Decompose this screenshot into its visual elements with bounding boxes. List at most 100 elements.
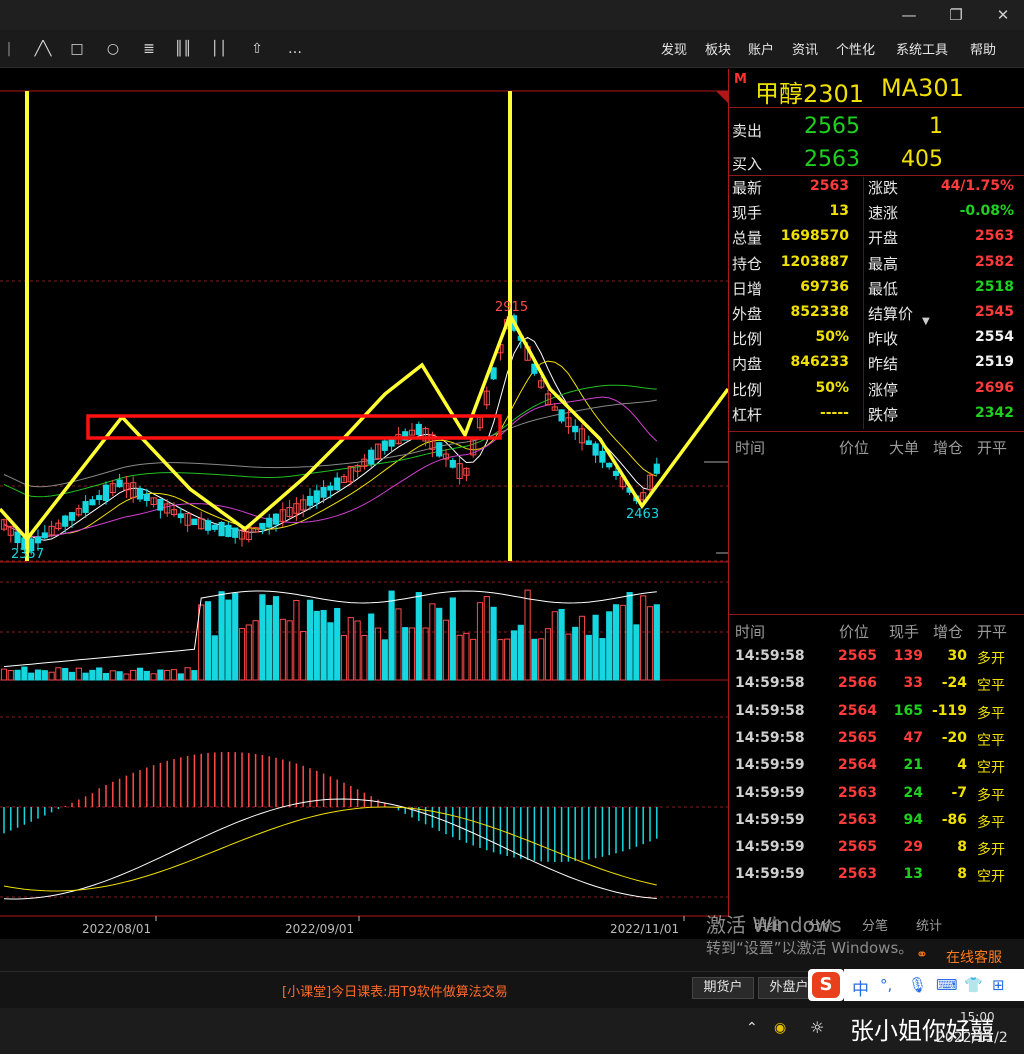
menu-item-6[interactable]: 帮助 xyxy=(970,39,996,58)
volume-bar xyxy=(524,589,531,681)
arrow-up-icon[interactable]: ⇧ xyxy=(244,38,270,60)
tick-time: 14:59:59 xyxy=(735,784,805,801)
volume-bar xyxy=(21,666,28,681)
quote-value: 1698570 xyxy=(780,228,849,245)
tray-time[interactable]: 15:00 xyxy=(960,1010,995,1024)
volume-bar xyxy=(28,672,35,681)
neckline-box xyxy=(86,414,502,440)
ask-price: 2565 xyxy=(804,114,860,139)
menu-item-4[interactable]: 个性化 xyxy=(836,39,875,58)
volume-bar xyxy=(361,634,368,681)
close-button[interactable]: ✕ xyxy=(989,3,1017,27)
trend-line-icon[interactable]: ╱╲ xyxy=(30,38,56,60)
tab-3[interactable]: 统计 xyxy=(916,915,942,934)
ime-keyboard-icon[interactable]: ⌨ xyxy=(936,976,958,994)
menu-item-0[interactable]: 发现 xyxy=(661,39,687,58)
dropdown-icon[interactable]: ▼ xyxy=(922,316,930,327)
volume-bar xyxy=(578,615,586,681)
quote-row: 最新 2563 涨跌 44/1.75% xyxy=(729,177,1024,202)
quote-row: 比例 50% 昨收 2554 xyxy=(729,328,1024,353)
volume-bar xyxy=(640,595,647,681)
candle-body xyxy=(204,520,212,531)
tick-open-close: 空平 xyxy=(977,678,1005,695)
volume-bar xyxy=(599,638,606,681)
tick-price: 2565 xyxy=(838,729,877,746)
circle-icon[interactable]: ○ xyxy=(100,38,126,60)
volume-bar xyxy=(497,639,504,681)
quote-value: ----- xyxy=(819,404,849,421)
text-icon[interactable]: ≣ xyxy=(136,38,162,60)
quote-value: 2563 xyxy=(975,228,1014,245)
candle-body xyxy=(143,493,150,502)
news-ticker[interactable]: [小课堂]今日课表:用T9软件做算法交易 xyxy=(282,981,508,1000)
ime-lang-toggle[interactable]: 中 xyxy=(852,975,869,1000)
tick-qty: 47 xyxy=(903,729,923,746)
menu-item-2[interactable]: 账户 xyxy=(748,39,774,58)
tick-price: 2566 xyxy=(838,675,877,692)
candle-body xyxy=(232,527,239,538)
candle-body xyxy=(606,462,613,468)
divider xyxy=(729,107,1024,108)
volume-bar xyxy=(585,634,592,681)
volume-bar xyxy=(374,627,382,681)
volume-bar xyxy=(177,673,184,681)
tick-row: 14:59:59 2563 13 8 空开 xyxy=(729,866,1024,893)
ime-skin-icon[interactable]: 👕 xyxy=(964,976,983,994)
minimize-button[interactable]: — xyxy=(895,3,923,27)
volume-bar xyxy=(388,590,395,681)
account-button-0[interactable]: 期货户 xyxy=(692,977,754,999)
more-icon[interactable]: … xyxy=(282,38,308,60)
volume-bar xyxy=(606,611,613,681)
quote-panel: M 甲醇2301 MA301 卖出 2565 1 买入 2563 405 最新 2… xyxy=(728,69,1024,917)
date-tick-label: 2022/11/01 xyxy=(610,922,679,936)
quote-row: 比例 50% 涨停 2696 xyxy=(729,379,1024,404)
candle-body xyxy=(89,499,96,506)
date-tick-label: 2022/08/01 xyxy=(82,922,151,936)
quote-value: 2518 xyxy=(975,278,1014,295)
volume-bar xyxy=(313,610,320,681)
quote-row: 外盘 852338 结算价 2545 xyxy=(729,303,1024,328)
candle-body xyxy=(82,501,89,513)
online-service-link[interactable]: 在线客服 xyxy=(946,947,1002,967)
tray-date[interactable]: 2022/11/2 xyxy=(936,1030,1008,1046)
maximize-button[interactable]: ❐ xyxy=(942,3,970,27)
rectangle-icon[interactable]: □ xyxy=(64,38,90,60)
ime-voice-icon[interactable]: 🎙 xyxy=(908,976,927,994)
tick-row: 14:59:58 2565 47 -20 空平 xyxy=(729,730,1024,757)
kline-chart[interactable]: 2915 2357 2463 2022/08/01 2022/09/01 2022/11/… xyxy=(0,69,730,939)
ma10-line xyxy=(3,360,657,538)
ime-toolbox-icon[interactable]: ⊞ xyxy=(992,976,1005,994)
volume-bar xyxy=(238,628,246,681)
menu-item-5[interactable]: 系统工具 xyxy=(896,39,948,58)
headset-icon[interactable]: ⚭ xyxy=(916,947,928,963)
tick-open-close: 多平 xyxy=(977,787,1005,804)
parallel-lines-icon[interactable]: ││ xyxy=(206,38,232,60)
tray-expand-icon[interactable]: ⌃ xyxy=(746,1020,758,1036)
tick-price: 2563 xyxy=(838,811,877,828)
menu-item-3[interactable]: 资讯 xyxy=(792,39,818,58)
candle-body xyxy=(14,531,21,544)
tick-oi-change: 4 xyxy=(957,757,967,774)
macd-dif-line xyxy=(3,798,657,900)
ime-punct-icon[interactable]: °, xyxy=(880,976,892,994)
ask-qty: 1 xyxy=(929,114,943,139)
window-titlebar: — ❐ ✕ xyxy=(0,0,1024,30)
candle-body xyxy=(334,477,341,491)
candle-body xyxy=(41,532,48,539)
divider xyxy=(729,431,1024,432)
volume-bar xyxy=(436,607,443,681)
volume-bar xyxy=(48,671,55,681)
fib-lines-icon[interactable]: ║║ xyxy=(170,38,196,60)
tick-open-close: 多开 xyxy=(977,651,1005,667)
quote-label: 日增 xyxy=(732,279,763,298)
menu-item-1[interactable]: 板块 xyxy=(705,39,731,58)
column-header: 增仓 xyxy=(933,623,964,641)
sogou-logo-icon[interactable]: S xyxy=(812,972,840,998)
volume-bar xyxy=(300,630,307,681)
tab-2[interactable]: 分笔 xyxy=(862,915,888,934)
quote-label: 涨停 xyxy=(868,380,899,399)
candle-body xyxy=(436,442,443,457)
kline-chart-area[interactable]: 2915 2357 2463 2022/08/01 2022/09/01 2022/11/… xyxy=(0,69,730,939)
tick-oi-change: -86 xyxy=(941,811,967,828)
tray-app-icon[interactable]: ◉ xyxy=(774,1020,786,1036)
